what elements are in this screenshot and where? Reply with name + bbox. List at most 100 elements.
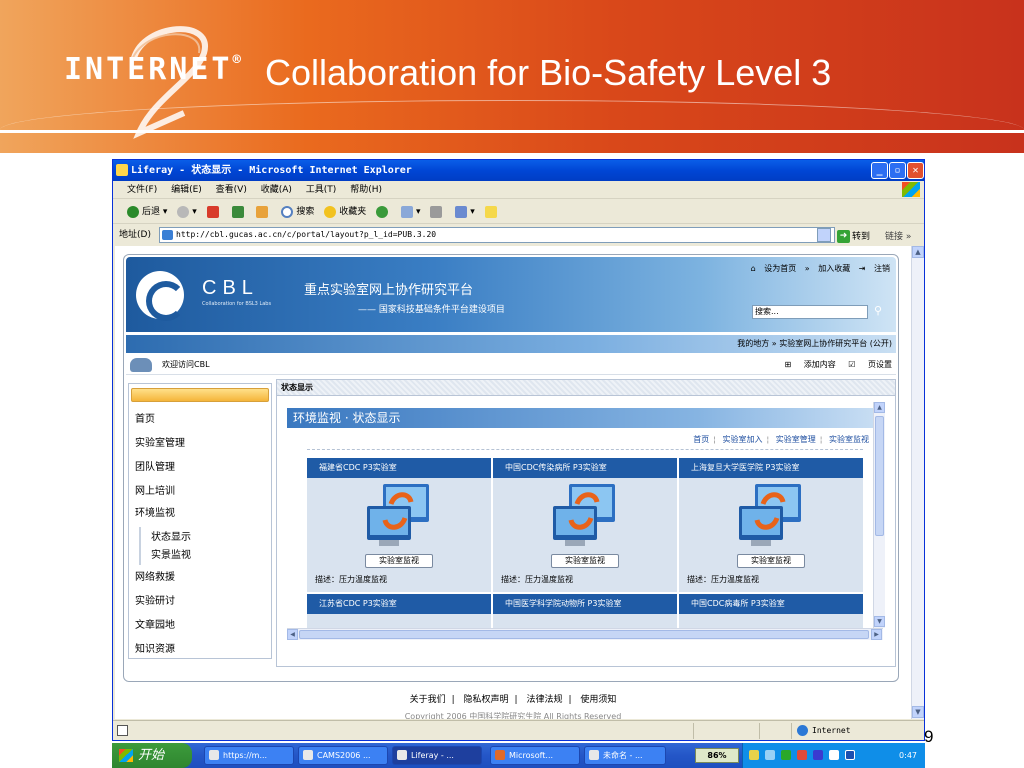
tray-icon[interactable]: [765, 750, 775, 760]
home-button[interactable]: [256, 200, 271, 224]
panel-link-lab-monitor[interactable]: 实验室监视: [829, 435, 869, 444]
scroll-thumb[interactable]: [299, 630, 869, 639]
address-bar: 地址(D) http://cbl.gucas.ac.cn/c/portal/la…: [113, 225, 924, 245]
print-button[interactable]: [430, 200, 445, 224]
logo-text: INTERNET®: [64, 52, 244, 87]
search-button[interactable]: 搜索: [281, 200, 314, 224]
lab-grid: 福建省CDC P3实验室 实验室监视 描述：压力温度监视 中国CDC传染病所 P…: [307, 458, 863, 628]
scroll-down-arrow-icon[interactable]: ▼: [874, 616, 885, 627]
inner-vertical-scrollbar[interactable]: ▲ ▼: [873, 402, 885, 628]
stop-button[interactable]: [206, 200, 222, 224]
ie-icon: [209, 750, 219, 760]
nav-item-online-training[interactable]: 网上培训: [135, 482, 175, 497]
scroll-thumb[interactable]: [875, 416, 884, 536]
portal-header: CBL Collaboration for BSL3 Labs 重点实验室网上协…: [126, 257, 896, 332]
maximize-button[interactable]: ▫: [889, 162, 906, 179]
panel-link-lab-join[interactable]: 实验室加入: [723, 435, 763, 444]
refresh-button[interactable]: [231, 200, 247, 224]
internet2-logo: INTERNET®: [64, 26, 241, 148]
menu-help[interactable]: 帮助(H): [350, 185, 382, 195]
mail-button[interactable]: ▾: [400, 200, 421, 224]
nav-item-knowledge[interactable]: 知识资源: [135, 640, 175, 655]
start-button[interactable]: 开始: [112, 743, 192, 768]
tray-icon[interactable]: [813, 750, 823, 760]
taskbar-item[interactable]: 未命名 - ...: [584, 746, 666, 765]
footer-privacy[interactable]: 隐私权声明: [464, 695, 509, 705]
add-favorite-link[interactable]: » 加入收藏: [805, 264, 850, 273]
messenger-button[interactable]: [484, 200, 500, 224]
portal: CBL Collaboration for BSL3 Labs 重点实验室网上协…: [123, 254, 899, 682]
status-divider: [791, 723, 792, 739]
menu-view[interactable]: 查看(V): [216, 185, 247, 195]
inner-frame: 环境监视 · 状态显示 首页 ¦ 实验室加入 ¦ 实验室管理 ¦ 实验室监视 福建省C…: [287, 402, 883, 628]
scroll-right-arrow-icon[interactable]: ▶: [871, 629, 882, 640]
lab-monitor-button[interactable]: 实验室监视: [551, 554, 619, 568]
footer-terms[interactable]: 使用须知: [580, 695, 616, 705]
menu-edit[interactable]: 编辑(E): [171, 185, 202, 195]
minimize-button[interactable]: _: [871, 162, 888, 179]
lab-monitor-button[interactable]: 实验室监视: [365, 554, 433, 568]
volume-icon[interactable]: [829, 750, 839, 760]
scroll-up-arrow-icon[interactable]: ▲: [912, 246, 924, 258]
refresh-icon: [231, 205, 244, 218]
taskbar-item[interactable]: https://m...: [204, 746, 294, 765]
nav-sub-status-display[interactable]: 状态显示: [151, 528, 191, 543]
nav-sub-live-monitor[interactable]: 实景监视: [151, 546, 191, 561]
nav-item-lab-seminar[interactable]: 实验研讨: [135, 592, 175, 607]
computers-sync-icon: [553, 484, 615, 546]
taskbar-item[interactable]: Microsoft...: [490, 746, 580, 765]
favorites-button[interactable]: 收藏夹: [324, 200, 366, 224]
panel-link-lab-manage[interactable]: 实验室管理: [776, 435, 816, 444]
lab-card-title: 上海复旦大学医学院 P3实验室: [679, 458, 863, 478]
lab-card: 江苏省CDC P3实验室: [307, 594, 491, 628]
forward-button[interactable]: ▾: [177, 200, 197, 224]
add-content-link[interactable]: ⊞ 添加内容: [784, 360, 835, 369]
back-arrow-icon: [127, 205, 139, 218]
inner-horizontal-scrollbar[interactable]: ◀ ▶: [287, 628, 883, 640]
page-status-icon: [117, 725, 128, 736]
nav-item-articles[interactable]: 文章园地: [135, 616, 175, 631]
portal-search-input[interactable]: 搜索...: [752, 305, 868, 319]
menu-file[interactable]: 文件(F): [127, 185, 157, 195]
go-button[interactable]: ➜ 转到: [837, 227, 870, 247]
tray-icon[interactable]: [749, 750, 759, 760]
tray-icon[interactable]: [797, 750, 807, 760]
footer-legal[interactable]: 法律法规: [526, 695, 562, 705]
address-input[interactable]: http://cbl.gucas.ac.cn/c/portal/layout?p…: [159, 227, 835, 243]
page-settings-link[interactable]: ☑ 页设置: [848, 360, 892, 369]
nav-item-environment-monitor[interactable]: 环境监视: [135, 504, 175, 519]
toolbar: 后退 ▾ ▾ 搜索 收藏夹 ▾ ▾: [113, 200, 924, 224]
forward-arrow-icon: [177, 205, 190, 218]
lab-card: 中国CDC传染病所 P3实验室 实验室监视 描述：压力温度监视: [493, 458, 677, 592]
address-dropdown[interactable]: [817, 228, 831, 242]
menu-tools[interactable]: 工具(T): [306, 185, 337, 195]
network-icon[interactable]: [781, 750, 791, 760]
logout-link[interactable]: ⇥ 注销: [859, 264, 890, 273]
nav-item-home[interactable]: 首页: [135, 410, 155, 425]
scroll-up-arrow-icon[interactable]: ▲: [874, 402, 885, 413]
edit-button[interactable]: ▾: [455, 200, 475, 224]
media-button[interactable]: [376, 200, 391, 224]
taskbar-item[interactable]: CAMS2006 ...: [298, 746, 388, 765]
zoom-indicator[interactable]: 86%: [695, 748, 739, 763]
footer-about[interactable]: 关于我们: [410, 695, 446, 705]
tray-icon[interactable]: [845, 750, 855, 760]
links-button[interactable]: 链接 »: [885, 227, 911, 247]
main-tab: 状态显示: [277, 380, 895, 396]
back-button[interactable]: 后退 ▾: [127, 200, 167, 224]
magnifier-icon[interactable]: ⚲: [874, 304, 888, 318]
taskbar-item-active[interactable]: Liferay - ...: [392, 746, 482, 765]
set-home-link[interactable]: ⌂ 设为首页: [751, 264, 797, 273]
scroll-down-arrow-icon[interactable]: ▼: [912, 706, 924, 718]
page-icon: [162, 230, 173, 240]
search-icon: [281, 205, 294, 218]
scroll-left-arrow-icon[interactable]: ◀: [287, 629, 298, 640]
nav-item-lab-management[interactable]: 实验室管理: [135, 434, 185, 449]
lab-monitor-button[interactable]: 实验室监视: [737, 554, 805, 568]
page-vertical-scrollbar[interactable]: ▲ ▼: [911, 246, 924, 719]
panel-link-home[interactable]: 首页: [693, 435, 709, 444]
nav-item-network-rescue[interactable]: 网络救援: [135, 568, 175, 583]
nav-item-team-management[interactable]: 团队管理: [135, 458, 175, 473]
close-button[interactable]: ✕: [907, 162, 924, 179]
menu-favorites[interactable]: 收藏(A): [261, 185, 292, 195]
